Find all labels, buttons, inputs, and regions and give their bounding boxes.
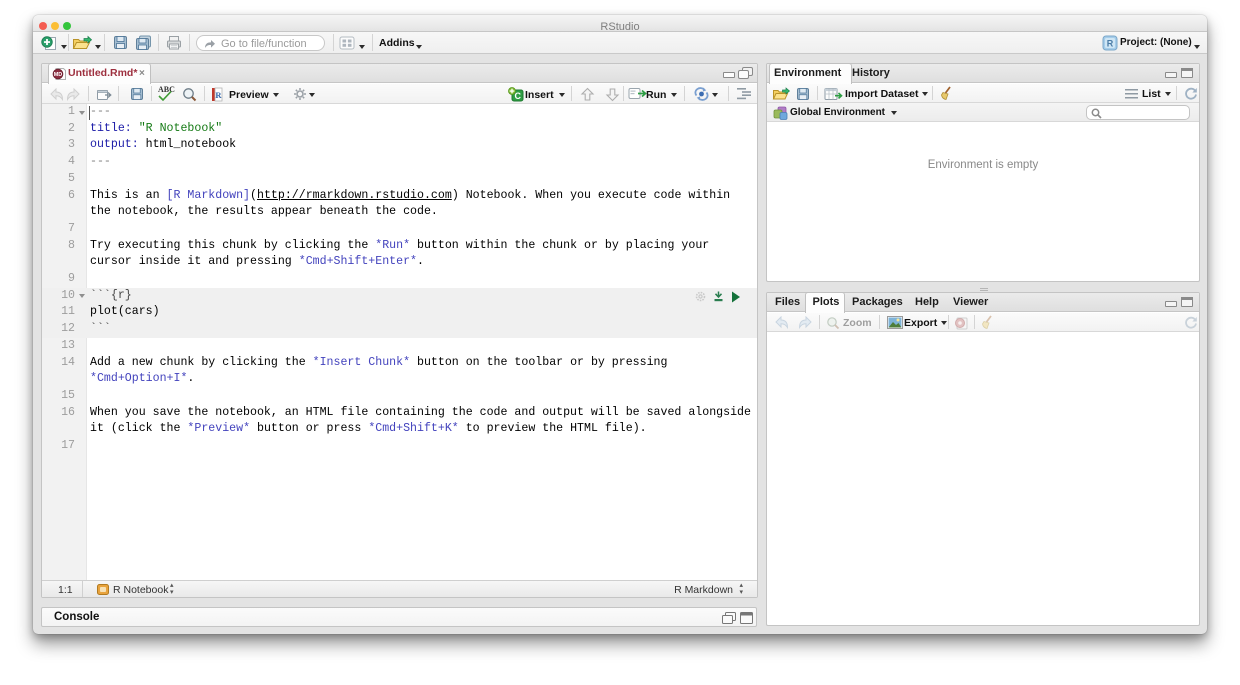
- svg-text:R: R: [215, 90, 222, 100]
- svg-text:MD: MD: [54, 72, 63, 78]
- svg-text:R: R: [1107, 39, 1114, 49]
